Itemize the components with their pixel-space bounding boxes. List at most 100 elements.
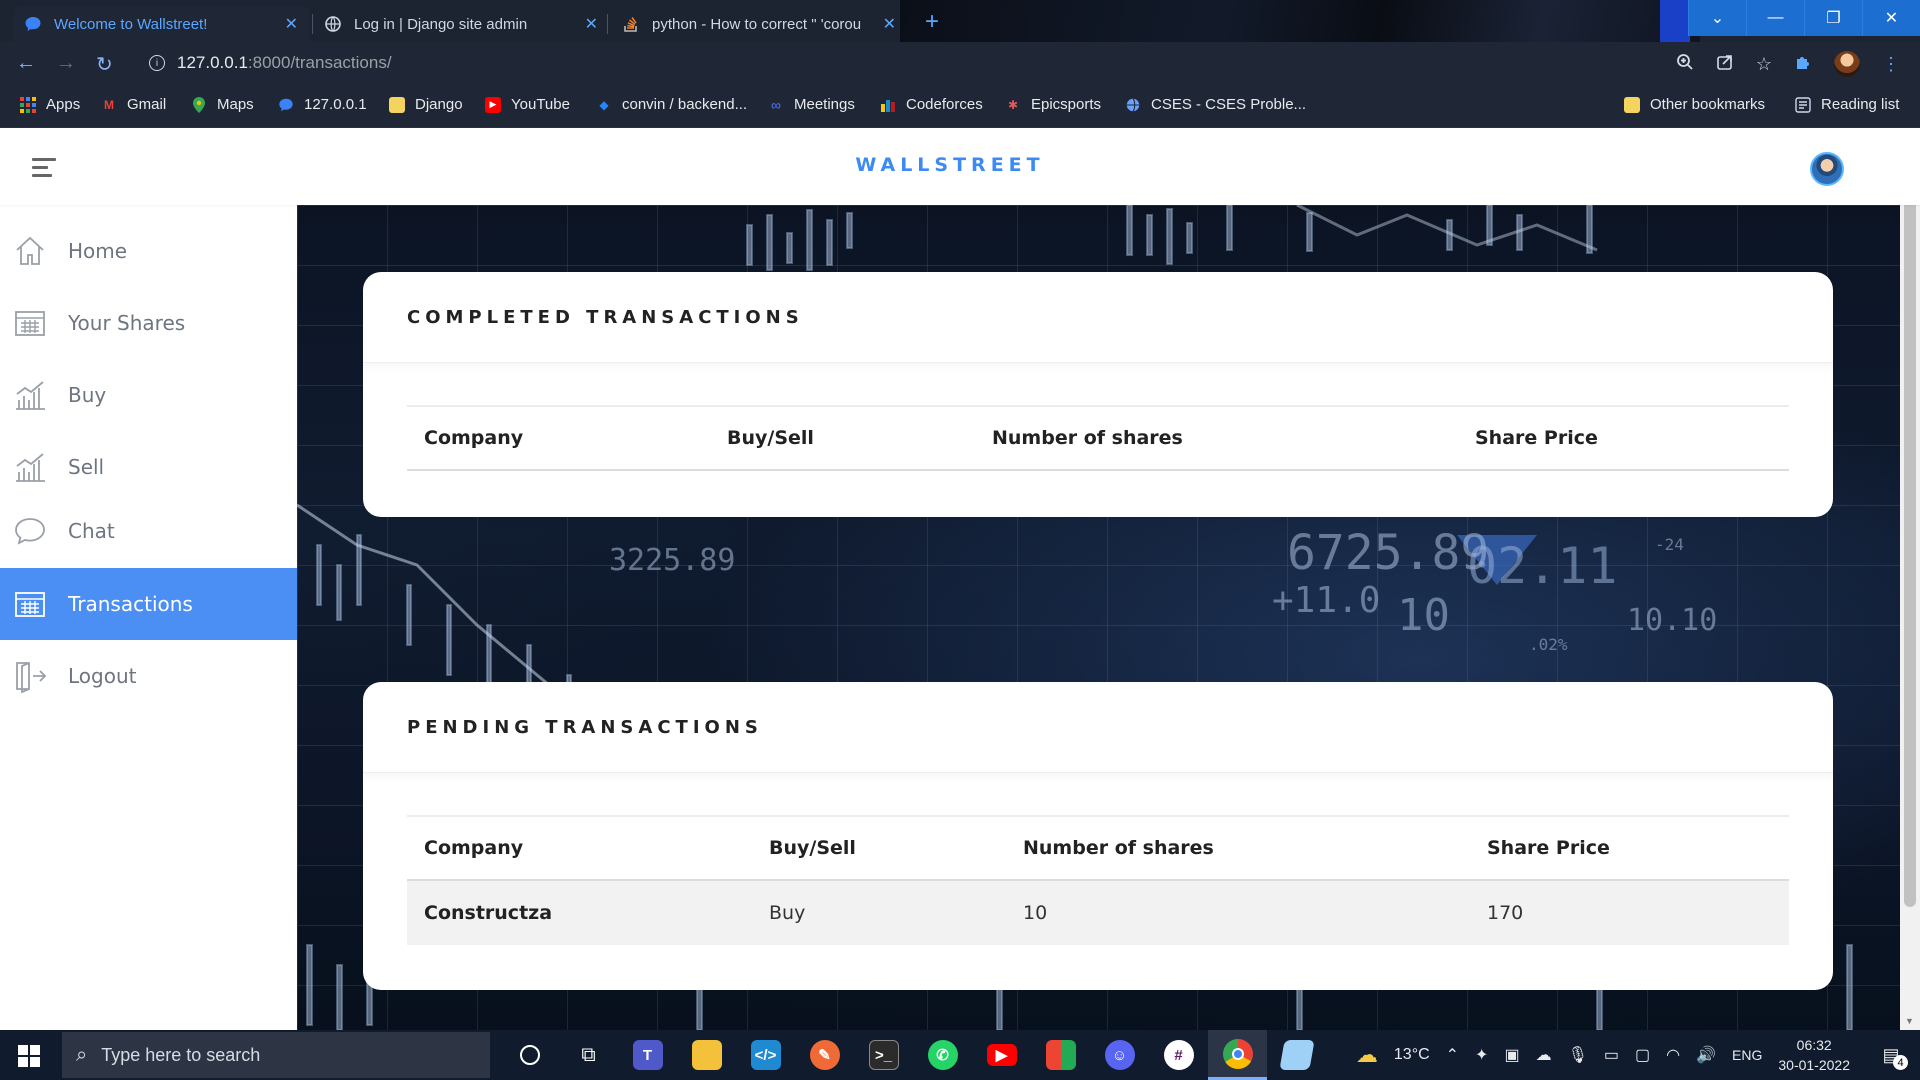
dropbox-icon[interactable]: ✦ [1475, 1045, 1488, 1065]
sidebar: Home Your Shares Buy Sell Chat Transacti… [0, 205, 297, 1030]
bookmark-cses[interactable]: CSES - CSES Proble... [1125, 96, 1306, 113]
taskbar-clock[interactable]: 06:32 30-01-2022 [1778, 1035, 1850, 1075]
menu-dots-icon[interactable]: ⋮ [1882, 54, 1900, 75]
tab-title: python - How to correct " 'corou [652, 15, 862, 33]
scroll-thumb[interactable] [1904, 152, 1916, 907]
bookmark-epicsports[interactable]: ✱ Epicsports [1005, 96, 1101, 113]
bookmark-youtube[interactable]: ▶ YouTube [485, 96, 570, 113]
ticker-text: 10 [1397, 590, 1450, 641]
bookmark-star-icon[interactable]: ☆ [1756, 54, 1772, 75]
bookmark-label: CSES - CSES Proble... [1151, 96, 1307, 113]
url-path: :8000/transactions/ [247, 53, 392, 72]
scroll-down-arrow-icon[interactable]: ▼ [1905, 1016, 1914, 1026]
close-icon[interactable]: ✕ [585, 14, 598, 34]
chrome-icon[interactable] [1208, 1030, 1267, 1080]
tab-wallstreet[interactable]: Welcome to Wallstreet! ✕ [14, 6, 310, 42]
taskbar-search-box[interactable]: ⌕ Type here to search [62, 1032, 490, 1078]
ticker-text: 3225.89 [609, 543, 736, 578]
bookmark-apps[interactable]: Apps [20, 96, 80, 113]
globe-icon [1125, 97, 1141, 113]
back-arrow-icon[interactable]: ← [16, 52, 36, 75]
profile-avatar-icon[interactable] [1834, 51, 1860, 77]
battery-icon[interactable]: ▭ [1604, 1045, 1619, 1065]
terminal-icon[interactable]: >_ [854, 1030, 913, 1080]
bookmark-other[interactable]: Other bookmarks [1624, 96, 1765, 113]
teams-icon[interactable]: T [618, 1030, 677, 1080]
tab-django-admin[interactable]: Log in | Django site admin ✕ [314, 6, 610, 42]
bookmark-codeforces[interactable]: Codeforces [880, 96, 983, 113]
office-icon[interactable] [1031, 1030, 1090, 1080]
restore-button[interactable]: ❐ [1804, 0, 1862, 36]
close-icon[interactable]: ✕ [285, 14, 298, 34]
new-tab-button[interactable]: + [925, 8, 939, 36]
url-bar[interactable]: i 127.0.0.1:8000/transactions/ [135, 47, 1695, 79]
search-icon: ⌕ [76, 1043, 88, 1066]
bookmark-bitbucket[interactable]: ◆ convin / backend... [596, 96, 747, 113]
bookmark-localhost[interactable]: 127.0.0.1 [278, 96, 367, 113]
sidebar-item-logout[interactable]: Logout [0, 640, 297, 712]
temperature[interactable]: 13°C [1394, 1046, 1430, 1064]
vscode-icon[interactable]: </> [736, 1030, 795, 1080]
forward-arrow-icon[interactable]: → [56, 52, 76, 75]
wifi-icon[interactable]: ◠ [1666, 1045, 1680, 1065]
cell-number-of-shares: 10 [1023, 902, 1048, 924]
display-icon[interactable]: ▢ [1635, 1045, 1650, 1065]
tray-chevron-icon[interactable]: ⌃ [1446, 1045, 1459, 1065]
sidebar-item-home[interactable]: Home [0, 215, 297, 287]
user-avatar[interactable] [1810, 152, 1844, 186]
bookmark-django[interactable]: Django [389, 96, 463, 113]
completed-transactions-card: COMPLETED TRANSACTIONS Company Buy/Sell … [363, 272, 1833, 517]
tab-search-button[interactable]: ⌄ [1688, 0, 1746, 36]
tab-stackoverflow[interactable]: python - How to correct " 'corou ✕ [612, 6, 908, 42]
task-view-icon[interactable]: ⧉ [559, 1030, 618, 1080]
windows-start-icon[interactable] [18, 1045, 40, 1067]
volume-icon[interactable]: 🔊 [1696, 1045, 1716, 1065]
bookmark-gmail[interactable]: M Gmail [101, 96, 166, 113]
notepad-icon[interactable] [1267, 1030, 1326, 1080]
share-icon[interactable] [1716, 53, 1734, 76]
app-brand[interactable]: WALLSTREET [0, 154, 1900, 176]
sidebar-item-your-shares[interactable]: Your Shares [0, 287, 297, 359]
sidebar-item-label: Buy [68, 383, 107, 407]
sidebar-item-buy[interactable]: Buy [0, 359, 297, 431]
notification-center-icon[interactable]: ▤ 4 [1876, 1040, 1908, 1070]
postman-icon[interactable]: ✎ [795, 1030, 854, 1080]
cortana-icon[interactable] [500, 1030, 559, 1080]
page-scrollbar[interactable]: ▲ ▼ [1900, 128, 1920, 1030]
tab-title: Log in | Django site admin [354, 15, 528, 33]
card-title: COMPLETED TRANSACTIONS [363, 272, 1833, 363]
close-window-button[interactable]: ✕ [1862, 0, 1920, 36]
card-title: PENDING TRANSACTIONS [363, 682, 1833, 773]
bitbucket-icon: ◆ [599, 97, 609, 112]
home-icon [12, 233, 48, 269]
bookmark-meetings[interactable]: ∞ Meetings [768, 96, 855, 113]
bookmark-label: Maps [217, 96, 254, 113]
slack-icon[interactable]: # [1149, 1030, 1208, 1080]
site-info-icon[interactable]: i [149, 55, 165, 71]
browser-tab-bar: Welcome to Wallstreet! ✕ Log in | Django… [0, 0, 1920, 42]
minimize-button[interactable]: — [1746, 0, 1804, 36]
extensions-puzzle-icon[interactable] [1794, 53, 1812, 76]
chat-icon [12, 513, 48, 549]
meet-icon[interactable]: ▣ [1504, 1045, 1519, 1065]
sidebar-item-transactions[interactable]: Transactions [0, 568, 297, 640]
notification-count: 4 [1893, 1055, 1908, 1070]
microphone-icon[interactable]: 🎙 [1568, 1045, 1588, 1065]
onedrive-icon[interactable]: ☁ [1536, 1045, 1552, 1065]
zoom-icon[interactable] [1676, 53, 1694, 76]
window-controls: ⌄ — ❐ ✕ [1688, 0, 1920, 36]
column-header-share-price: Share Price [1475, 427, 1598, 449]
discord-icon[interactable]: ☺ [1090, 1030, 1149, 1080]
language-indicator[interactable]: ENG [1732, 1047, 1762, 1063]
sidebar-item-chat[interactable]: Chat [0, 495, 297, 567]
bookmark-maps[interactable]: Maps [191, 96, 254, 113]
file-explorer-icon[interactable] [677, 1030, 736, 1080]
reload-icon[interactable]: ↻ [96, 52, 113, 77]
youtube-icon[interactable]: ▶ [972, 1030, 1031, 1080]
close-icon[interactable]: ✕ [878, 14, 896, 34]
web-page: WALLSTREET Home Your Shares Buy Sell Cha… [0, 128, 1920, 1030]
weather-cloud-icon[interactable]: ☁ [1356, 1042, 1378, 1068]
whatsapp-icon[interactable]: ✆ [913, 1030, 972, 1080]
sidebar-item-sell[interactable]: Sell [0, 431, 297, 503]
reading-list[interactable]: Reading list [1795, 96, 1899, 113]
